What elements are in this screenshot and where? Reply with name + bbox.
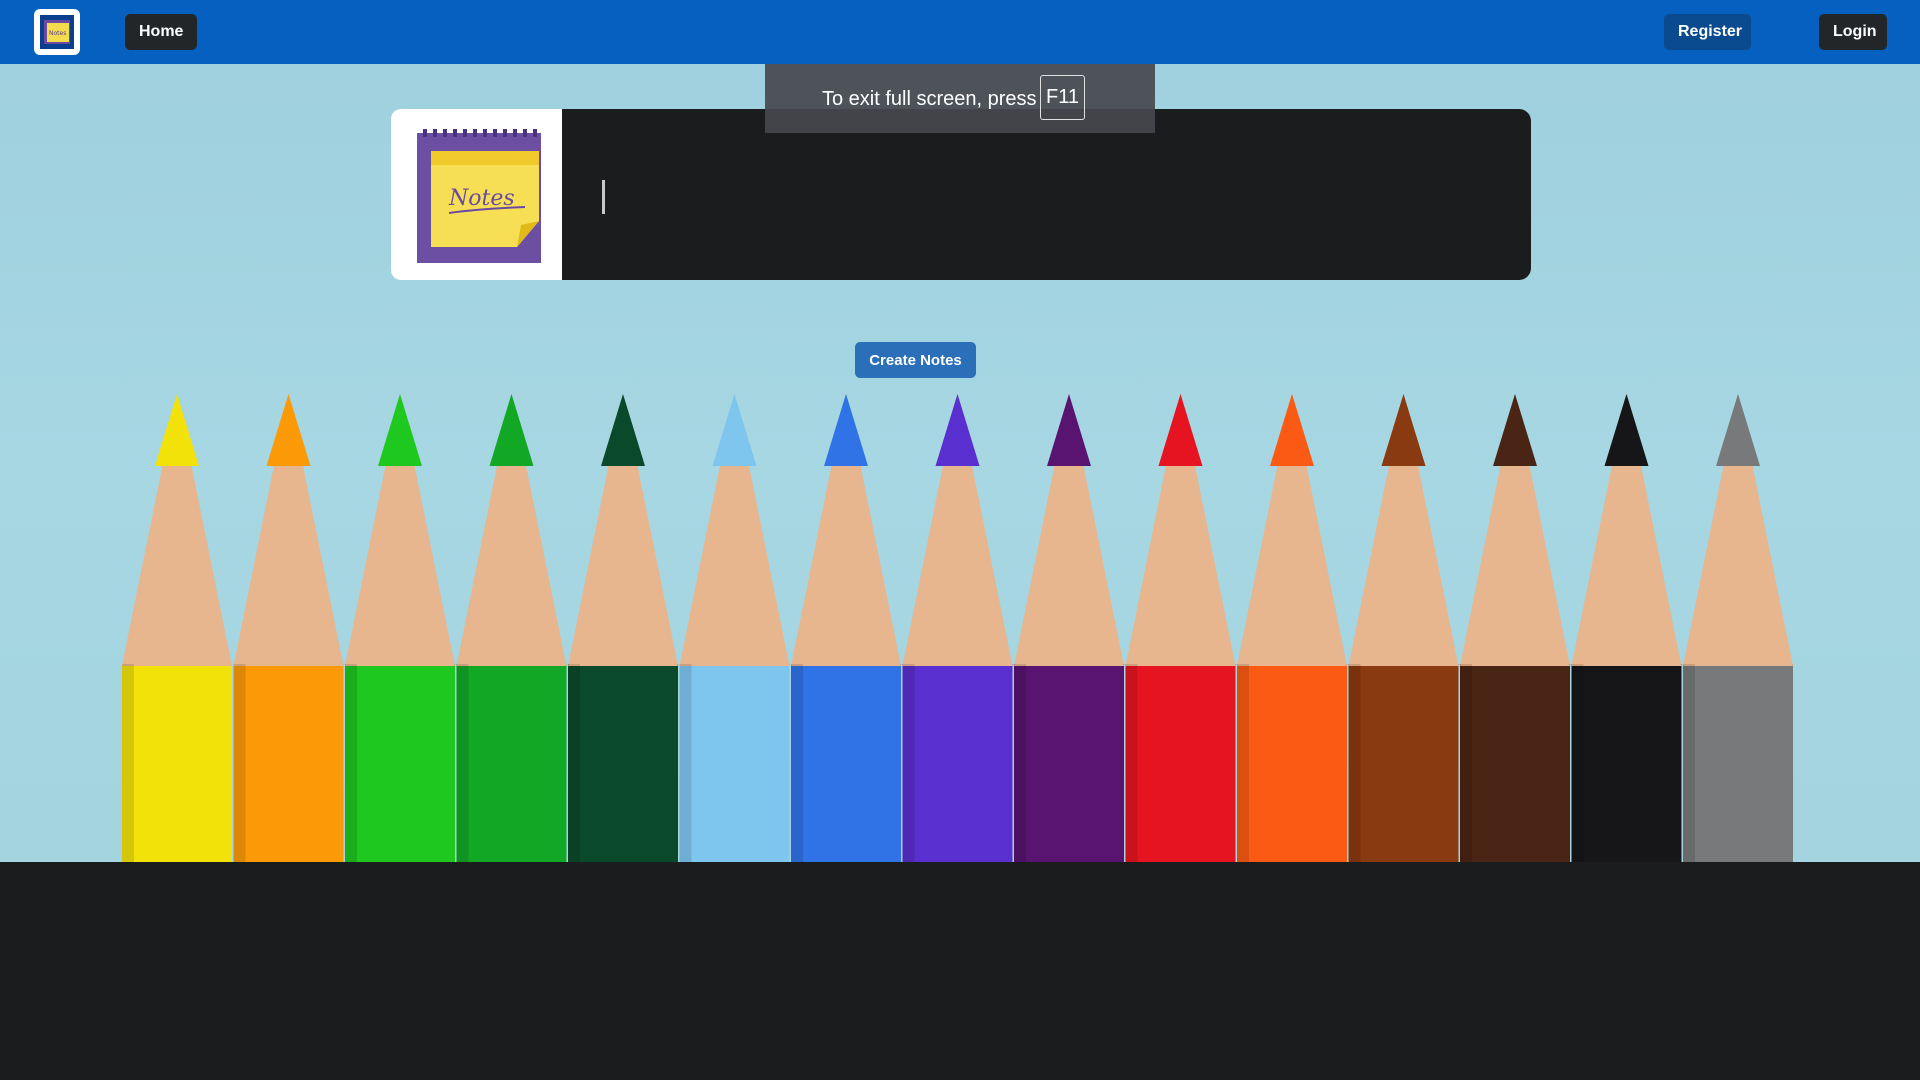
pencil <box>568 394 678 862</box>
top-navbar: Notes Home Register Login <box>0 0 1920 64</box>
notes-pad-icon: Notes <box>391 109 562 280</box>
pencil <box>902 394 1013 862</box>
fullscreen-notice-text: To exit full screen, press <box>822 88 1037 110</box>
f11-key-badge: F11 <box>1040 75 1085 120</box>
notes-logo-icon[interactable]: Notes <box>34 9 80 55</box>
pencil <box>345 394 455 862</box>
login-button[interactable]: Login <box>1819 14 1887 50</box>
hero-section: Notes Create Notes <box>0 64 1920 862</box>
register-button[interactable]: Register <box>1664 14 1751 50</box>
svg-text:Notes: Notes <box>49 30 66 37</box>
pencil <box>122 394 232 862</box>
pencil <box>1460 394 1570 862</box>
pencil <box>1125 394 1236 862</box>
pencil <box>1237 394 1347 862</box>
home-button[interactable]: Home <box>125 14 197 50</box>
page-footer-area <box>0 862 1920 1080</box>
fullscreen-notice: To exit full screen, press F11 <box>765 64 1155 133</box>
create-notes-button[interactable]: Create Notes <box>855 342 976 378</box>
pencil <box>1014 394 1124 862</box>
pencil <box>1348 394 1459 862</box>
pencil <box>1571 394 1682 862</box>
pencil <box>679 394 790 862</box>
pencil <box>1683 394 1793 862</box>
text-cursor[interactable] <box>602 180 605 214</box>
pencil <box>791 394 901 862</box>
note-input-card: Notes <box>391 109 1531 280</box>
pencil <box>456 394 567 862</box>
pencil <box>233 394 344 862</box>
pencils-image <box>122 394 1793 862</box>
